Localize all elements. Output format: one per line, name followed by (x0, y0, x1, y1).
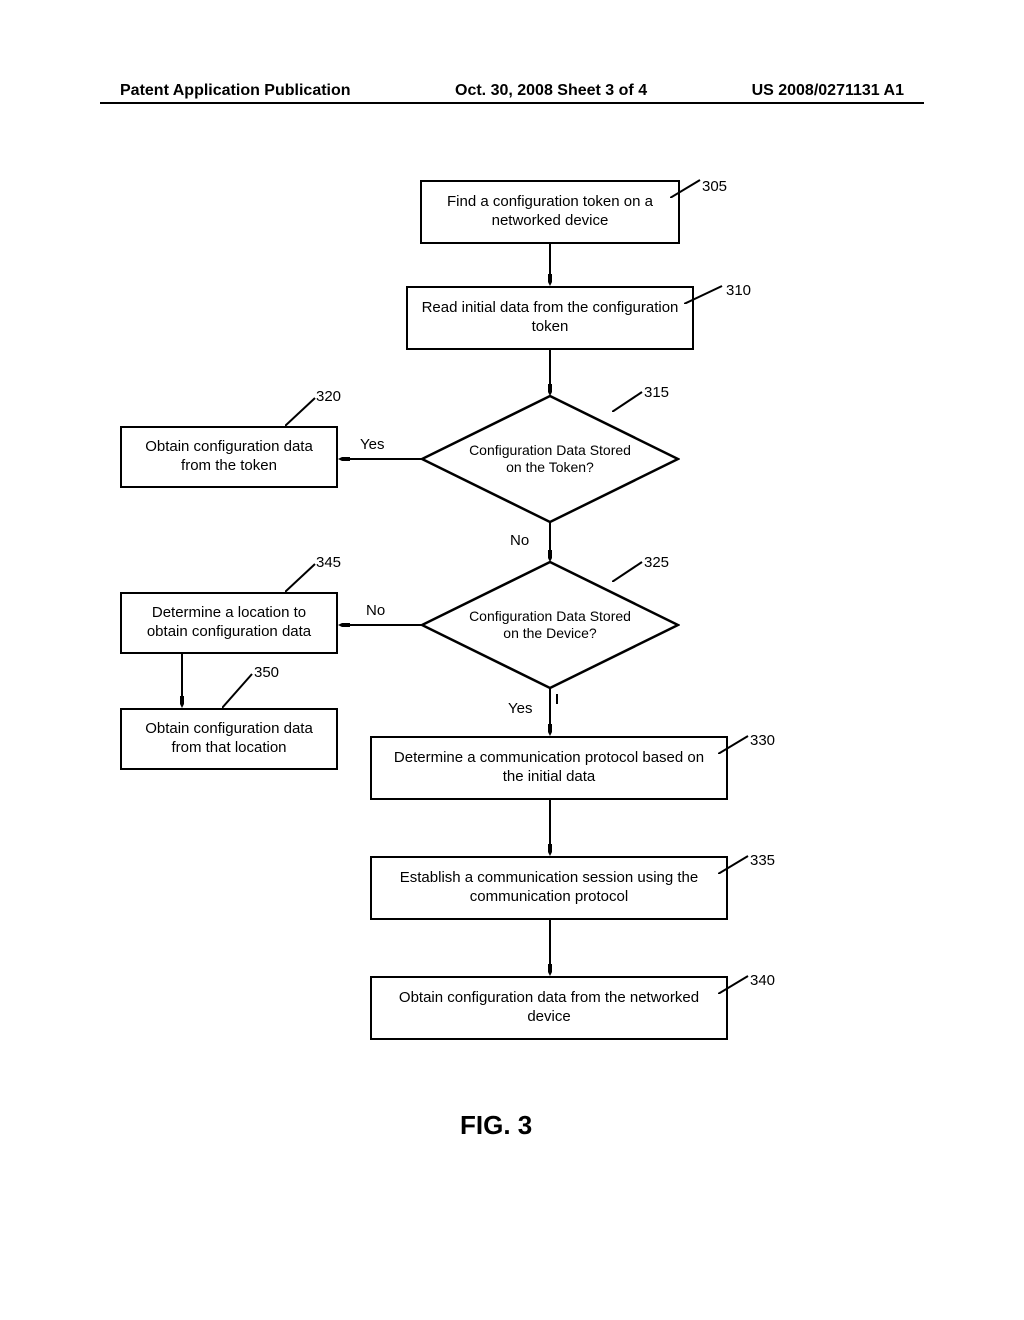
process-determine-location: Determine a location to obtain configura… (120, 592, 338, 654)
ref-305: 305 (702, 178, 727, 195)
figure-label: FIG. 3 (460, 1110, 532, 1141)
ref-310: 310 (726, 282, 751, 299)
ref-335: 335 (750, 852, 775, 869)
decision-stored-token: Configuration Data Stored on the Token? (420, 394, 680, 524)
process-obtain-from-device-text: Obtain configuration data from the netwo… (382, 989, 716, 1027)
header-rule (100, 102, 924, 104)
arrow-310-315 (548, 350, 552, 396)
ref-345: 345 (316, 554, 341, 571)
process-find-token: Find a configuration token on a networke… (420, 180, 680, 244)
arrow-325-345 (338, 623, 424, 627)
process-determine-protocol: Determine a communication protocol based… (370, 736, 728, 800)
ref-315: 315 (644, 384, 669, 401)
edge-yes-315: Yes (360, 436, 384, 453)
tick-yes-325 (556, 694, 558, 704)
header-center: Oct. 30, 2008 Sheet 3 of 4 (455, 82, 647, 100)
edge-yes-325: Yes (508, 700, 532, 717)
arrow-315-320 (338, 457, 424, 461)
header-left: Patent Application Publication (120, 82, 351, 100)
process-obtain-from-location: Obtain configuration data from that loca… (120, 708, 338, 770)
process-establish-session-text: Establish a communication session using … (382, 869, 716, 907)
process-obtain-from-token-text: Obtain configuration data from the token (132, 438, 326, 476)
edge-no-325: No (366, 602, 385, 619)
arrow-315-325 (548, 522, 552, 562)
arrow-325-330 (548, 688, 552, 736)
header-right: US 2008/0271131 A1 (752, 82, 904, 100)
process-obtain-from-device: Obtain configuration data from the netwo… (370, 976, 728, 1040)
arrow-305-310 (548, 244, 552, 286)
process-find-token-text: Find a configuration token on a networke… (432, 193, 668, 231)
decision-stored-device-text: Configuration Data Stored on the Device? (466, 608, 634, 642)
process-read-initial: Read initial data from the configuration… (406, 286, 694, 350)
process-establish-session: Establish a communication session using … (370, 856, 728, 920)
ref-line-310 (684, 284, 732, 304)
ref-350: 350 (254, 664, 279, 681)
ref-330: 330 (750, 732, 775, 749)
decision-stored-token-text: Configuration Data Stored on the Token? (466, 442, 634, 476)
ref-320: 320 (316, 388, 341, 405)
ref-340: 340 (750, 972, 775, 989)
process-obtain-from-location-text: Obtain configuration data from that loca… (132, 720, 326, 758)
arrow-335-340 (548, 920, 552, 976)
page-header: Patent Application Publication Oct. 30, … (0, 82, 1024, 100)
ref-325: 325 (644, 554, 669, 571)
arrow-345-350 (180, 654, 184, 708)
process-read-initial-text: Read initial data from the configuration… (418, 299, 682, 337)
process-determine-location-text: Determine a location to obtain configura… (132, 604, 326, 642)
process-obtain-from-token: Obtain configuration data from the token (120, 426, 338, 488)
process-determine-protocol-text: Determine a communication protocol based… (382, 749, 716, 787)
arrow-330-335 (548, 800, 552, 856)
edge-no-315: No (510, 532, 529, 549)
